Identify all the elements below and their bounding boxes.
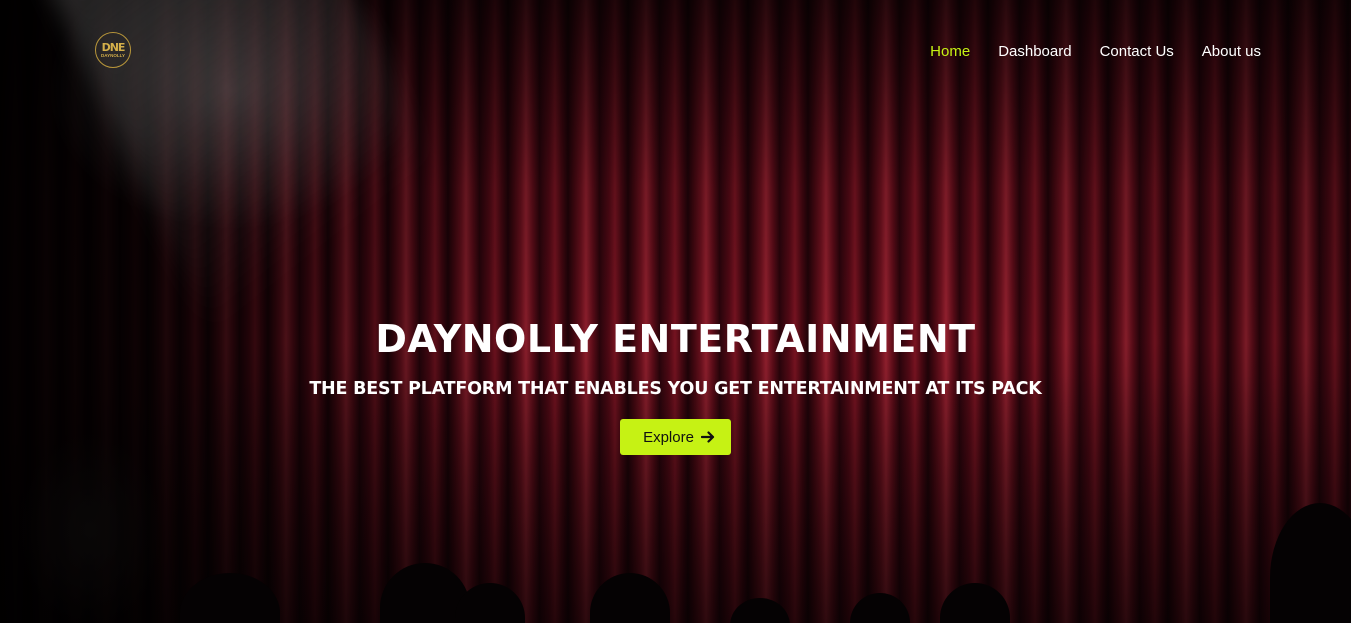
audience-silhouette (1270, 503, 1351, 623)
nav-link-dashboard[interactable]: Dashboard (998, 43, 1071, 60)
arrow-right-icon (700, 431, 715, 443)
hero-subtitle: THE BEST PLATFORM THAT ENABLES YOU GET E… (309, 379, 1042, 399)
hero-title: DAYNOLLY ENTERTAINMENT (375, 317, 976, 361)
explore-button-label: Explore (643, 428, 694, 446)
audience-silhouette (730, 598, 790, 623)
audience-silhouette (590, 573, 670, 623)
nav-link-about-us[interactable]: About us (1202, 43, 1261, 60)
hero-content: DAYNOLLY ENTERTAINMENT THE BEST PLATFORM… (0, 315, 1351, 455)
hero-section: DNE DAYNOLLY Home Dashboard Contact Us A… (0, 0, 1351, 623)
logo-mark: DNE (101, 41, 126, 54)
nav-link-contact-us[interactable]: Contact Us (1100, 43, 1174, 60)
daynolly-logo-icon[interactable]: DNE DAYNOLLY (95, 32, 131, 68)
top-navbar: DNE DAYNOLLY Home Dashboard Contact Us A… (0, 0, 1351, 106)
nav-link-home[interactable]: Home (930, 43, 970, 60)
logo-wordmark: DAYNOLLY (101, 53, 125, 58)
nav-menu: Home Dashboard Contact Us About us (930, 43, 1261, 60)
audience-silhouette (940, 583, 1010, 623)
explore-button[interactable]: Explore (620, 419, 731, 455)
audience-silhouette (850, 593, 910, 623)
